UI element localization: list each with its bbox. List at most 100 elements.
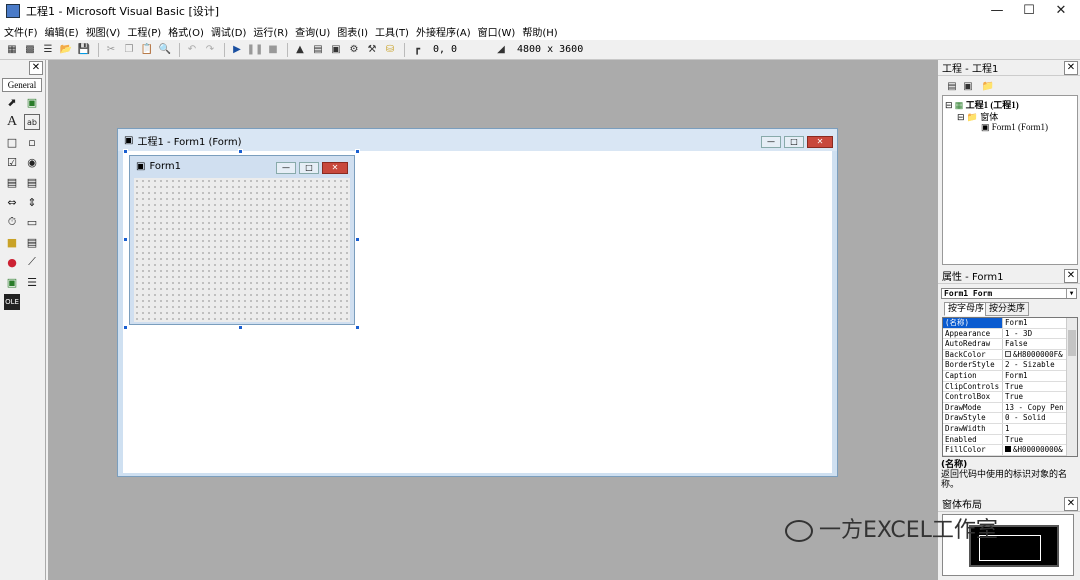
- property-row[interactable]: Appearance 1 - 3D: [943, 328, 1077, 340]
- property-row[interactable]: AutoRedraw False: [943, 339, 1077, 350]
- minimize-button[interactable]: —: [982, 0, 1012, 22]
- property-row[interactable]: (名称) Form1: [943, 318, 1077, 329]
- commandbutton-tool-icon[interactable]: ▫: [24, 134, 40, 150]
- view-object-icon[interactable]: ▣: [960, 78, 976, 94]
- menu-run[interactable]: 运行(R): [253, 24, 288, 39]
- end-icon[interactable]: ■: [265, 42, 281, 58]
- paste-icon[interactable]: 📋: [139, 42, 155, 58]
- menu-project[interactable]: 工程(P): [127, 24, 161, 39]
- toolbox-close-icon[interactable]: ✕: [29, 61, 43, 75]
- label-tool-icon[interactable]: A: [4, 114, 20, 130]
- property-row[interactable]: DrawMode 13 - Copy Pen: [943, 402, 1077, 414]
- resize-handle[interactable]: [123, 325, 128, 330]
- property-row[interactable]: BorderStyle 2 - Sizable: [943, 360, 1077, 371]
- textbox-tool-icon[interactable]: ab: [24, 114, 40, 130]
- tab-categorized[interactable]: 按分类序: [985, 302, 1030, 316]
- menu-help[interactable]: 帮助(H): [522, 24, 557, 39]
- property-grid-scrollbar[interactable]: [1066, 318, 1077, 456]
- copy-icon[interactable]: ❐: [121, 42, 137, 58]
- chevron-down-icon[interactable]: ▼: [1066, 289, 1076, 298]
- property-row[interactable]: DrawWidth 1: [943, 423, 1077, 435]
- menu-file[interactable]: 文件(F): [4, 24, 38, 39]
- object-selector[interactable]: Form1 Form ▼: [941, 288, 1077, 299]
- break-icon[interactable]: ❚❚: [247, 42, 264, 58]
- toggle-folders-icon[interactable]: 📁: [980, 78, 996, 94]
- form-layout-icon[interactable]: ▣: [328, 42, 344, 58]
- close-button[interactable]: ✕: [1046, 0, 1076, 22]
- form1-minimize-button[interactable]: —: [276, 162, 296, 174]
- designer-minimize-button[interactable]: —: [761, 136, 781, 148]
- form1-maximize-button[interactable]: □: [299, 162, 319, 174]
- form1-design-grid[interactable]: [134, 178, 350, 322]
- resize-handle[interactable]: [355, 237, 360, 242]
- redo-icon[interactable]: ↷: [202, 42, 218, 58]
- undo-icon[interactable]: ↶: [184, 42, 200, 58]
- open-icon[interactable]: 📂: [58, 42, 74, 58]
- checkbox-tool-icon[interactable]: ☑: [4, 154, 20, 170]
- optionbutton-tool-icon[interactable]: ◉: [24, 154, 40, 170]
- menu-edit[interactable]: 编辑(E): [45, 24, 79, 39]
- property-row[interactable]: FillColor &H00000000&: [943, 445, 1077, 456]
- shape-tool-icon[interactable]: ●: [4, 254, 20, 270]
- resize-handle[interactable]: [355, 149, 360, 154]
- drivelistbox-tool-icon[interactable]: ▭: [24, 214, 40, 230]
- property-row[interactable]: ControlBox True: [943, 392, 1077, 403]
- form1-window[interactable]: ▣ Form1 — □ ✕: [129, 155, 355, 325]
- menu-view[interactable]: 视图(V): [86, 24, 121, 39]
- property-row[interactable]: Caption Form1: [943, 370, 1077, 382]
- properties-panel-close-icon[interactable]: ✕: [1064, 269, 1078, 283]
- resize-handle[interactable]: [238, 149, 243, 154]
- frame-tool-icon[interactable]: □: [4, 134, 20, 150]
- object-browser-icon[interactable]: ⚙: [346, 42, 362, 58]
- form-layout-close-icon[interactable]: ✕: [1064, 497, 1078, 511]
- combobox-tool-icon[interactable]: ▤: [4, 174, 20, 190]
- form1-close-button[interactable]: ✕: [322, 162, 348, 174]
- menu-diagram[interactable]: 图表(I): [337, 24, 368, 39]
- dirlistbox-tool-icon[interactable]: ■: [4, 234, 20, 250]
- start-icon[interactable]: ▶: [229, 42, 245, 58]
- filelistbox-tool-icon[interactable]: ▤: [24, 234, 40, 250]
- line-tool-icon[interactable]: ⟋: [24, 254, 40, 270]
- data-view-icon[interactable]: ⛁: [382, 42, 398, 58]
- tab-alphabetic[interactable]: 按字母序: [944, 302, 989, 316]
- timer-tool-icon[interactable]: ⏱: [4, 214, 20, 230]
- toolbox-general-tab[interactable]: General: [2, 78, 42, 92]
- menu-window[interactable]: 窗口(W): [478, 24, 516, 39]
- resize-handle[interactable]: [123, 237, 128, 242]
- maximize-button[interactable]: ☐: [1014, 0, 1044, 22]
- data-tool-icon[interactable]: ☰: [24, 274, 40, 290]
- menu-addins[interactable]: 外接程序(A): [416, 24, 471, 39]
- menu-format[interactable]: 格式(O): [168, 24, 204, 39]
- property-row[interactable]: Enabled True: [943, 434, 1077, 446]
- designer-maximize-button[interactable]: □: [784, 136, 804, 148]
- property-row[interactable]: DrawStyle 0 - Solid: [943, 413, 1077, 424]
- menu-debug[interactable]: 调试(D): [211, 24, 247, 39]
- resize-handle[interactable]: [355, 325, 360, 330]
- property-row[interactable]: BackColor &H8000000F&: [943, 349, 1077, 361]
- image-tool-icon[interactable]: ▣: [4, 274, 20, 290]
- pointer-tool-icon[interactable]: ⬈: [4, 94, 20, 110]
- listbox-tool-icon[interactable]: ▤: [24, 174, 40, 190]
- hscrollbar-tool-icon[interactable]: ⇔: [4, 194, 20, 210]
- add-project-icon[interactable]: ▦: [4, 42, 20, 58]
- project-explorer-icon[interactable]: ▲: [292, 42, 308, 58]
- resize-handle[interactable]: [238, 325, 243, 330]
- project-panel-close-icon[interactable]: ✕: [1064, 61, 1078, 75]
- add-form-icon[interactable]: ▩: [22, 42, 38, 58]
- properties-window-icon[interactable]: ▤: [310, 42, 326, 58]
- cut-icon[interactable]: ✂: [103, 42, 119, 58]
- tree-node-form1[interactable]: ▣ Form1 (Form1): [981, 122, 1048, 133]
- view-code-icon[interactable]: ▤: [944, 78, 960, 94]
- ole-tool-icon[interactable]: OLE: [4, 294, 20, 310]
- picturebox-tool-icon[interactable]: ▣: [24, 94, 40, 110]
- menu-editor-icon[interactable]: ☰: [40, 42, 56, 58]
- designer-close-button[interactable]: ✕: [807, 136, 833, 148]
- resize-handle[interactable]: [123, 149, 128, 154]
- vscrollbar-tool-icon[interactable]: ⇕: [24, 194, 40, 210]
- scrollbar-thumb[interactable]: [1068, 330, 1076, 356]
- menu-tools[interactable]: 工具(T): [375, 24, 409, 39]
- property-row[interactable]: ClipControls True: [943, 381, 1077, 393]
- menu-query[interactable]: 查询(U): [295, 24, 330, 39]
- find-icon[interactable]: 🔍: [157, 42, 173, 58]
- toolbox-icon[interactable]: ⚒: [364, 42, 380, 58]
